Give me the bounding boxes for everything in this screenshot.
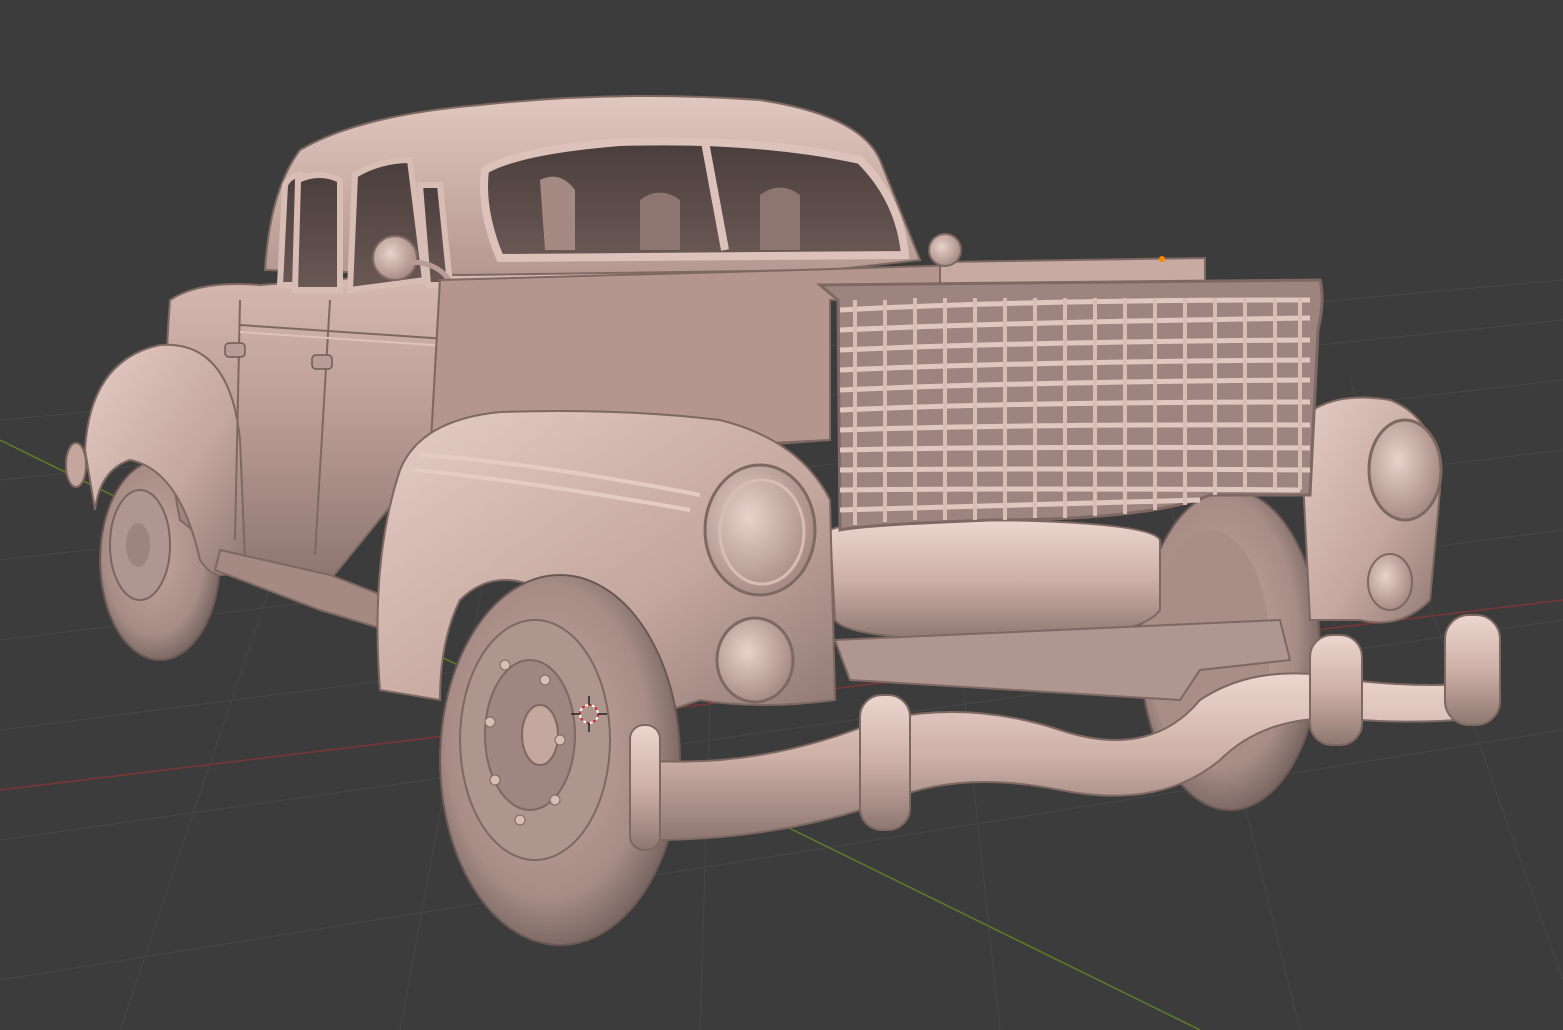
front-grille [815, 278, 1324, 532]
viewport-canvas[interactable] [0, 0, 1563, 1030]
car-model[interactable] [65, 95, 1501, 946]
windshield [480, 137, 910, 263]
front-drum [828, 518, 1161, 642]
hood-ornament [928, 233, 962, 267]
object-origin-marker[interactable] [1159, 256, 1165, 262]
fog-light [715, 616, 795, 704]
headlight [703, 463, 817, 597]
far-fog-light [1367, 553, 1413, 611]
far-headlight [1367, 418, 1443, 522]
tail-light [65, 442, 87, 488]
3d-viewport[interactable] [0, 0, 1563, 1030]
